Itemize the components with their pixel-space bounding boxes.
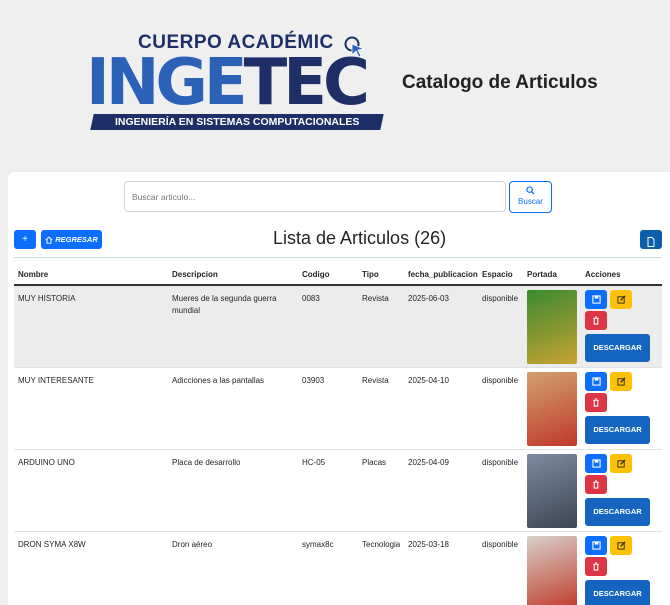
back-button-label: REGRESAR: [55, 235, 98, 244]
table-body: MUY HISTORIA Mueres de la segunda guerra…: [14, 286, 662, 605]
save-button[interactable]: [585, 454, 607, 473]
table-row: MUY HISTORIA Mueres de la segunda guerra…: [14, 286, 662, 368]
cell-fecha: 2025-04-09: [408, 458, 449, 467]
cell-descripcion: Placa de desarrollo: [172, 458, 241, 467]
cell-espacio: disponible: [482, 376, 519, 385]
search-icon: [526, 186, 535, 195]
page-title: Catalogo de Articulos: [402, 72, 598, 93]
cell-nombre: MUY HISTORIA: [18, 294, 76, 303]
add-article-button[interactable]: +: [14, 230, 36, 249]
trash-icon: [593, 480, 599, 489]
cell-nombre: MUY INTERESANTE: [18, 376, 94, 385]
edit-icon: [616, 541, 626, 550]
list-title: Lista de Articulos (26): [273, 228, 447, 248]
cell-tipo: Revista: [362, 294, 389, 303]
save-icon: [591, 541, 601, 550]
logo-subtitle-bar: INGENIERÍA EN SISTEMAS COMPUTACIONALES: [90, 114, 384, 130]
save-icon: [591, 377, 601, 386]
column-header: Portada: [527, 270, 557, 279]
download-button[interactable]: DESCARGAR: [585, 580, 650, 605]
save-icon: [591, 459, 601, 468]
search-button[interactable]: Buscar: [509, 181, 552, 213]
cell-espacio: disponible: [482, 294, 519, 303]
trash-icon: [593, 562, 599, 571]
column-header: Nombre: [18, 270, 49, 279]
column-header: Espacio: [482, 270, 513, 279]
download-button[interactable]: DESCARGAR: [585, 416, 650, 444]
cell-fecha: 2025-03-18: [408, 540, 449, 549]
column-header: Descripcion: [172, 270, 218, 279]
cell-codigo: 0083: [302, 294, 320, 303]
back-button[interactable]: REGRESAR: [41, 230, 102, 249]
page-header: CUERPO ACADÉMIC INGETEC INGENIERÍA EN SI…: [0, 0, 670, 170]
cell-nombre: DRON SYMA X8W: [18, 540, 86, 549]
table-header: Nombre Descripcion Codigo Tipo fecha_pub…: [14, 267, 662, 286]
table-row: DRON SYMA X8W Dron aéreo symax8c Tecnolo…: [14, 532, 662, 605]
column-header: fecha_publicacion: [408, 270, 478, 279]
catalog-card: Buscar + REGRESAR Lista de Articulos (26…: [8, 172, 670, 605]
export-pdf-button[interactable]: [640, 230, 662, 249]
cover-image: [527, 372, 577, 446]
edit-button[interactable]: [610, 454, 632, 473]
articles-table: Nombre Descripcion Codigo Tipo fecha_pub…: [14, 267, 662, 605]
column-header: Acciones: [585, 270, 621, 279]
save-button[interactable]: [585, 536, 607, 555]
delete-button[interactable]: [585, 557, 607, 576]
column-header: Tipo: [362, 270, 379, 279]
search-input[interactable]: [124, 181, 506, 212]
save-button[interactable]: [585, 372, 607, 391]
cell-codigo: symax8c: [302, 540, 334, 549]
divider: [14, 257, 662, 258]
trash-icon: [593, 398, 599, 407]
column-header: Codigo: [302, 270, 330, 279]
save-icon: [591, 295, 601, 304]
delete-button[interactable]: [585, 393, 607, 412]
cell-descripcion: Dron aéreo: [172, 540, 213, 549]
cover-image: [527, 290, 577, 364]
cover-image: [527, 536, 577, 605]
edit-icon: [616, 377, 626, 386]
cell-fecha: 2025-06-03: [408, 294, 449, 303]
cell-tipo: Placas: [362, 458, 387, 467]
logo-main-text: INGETEC: [86, 46, 370, 120]
cell-espacio: disponible: [482, 458, 519, 467]
edit-icon: [616, 459, 626, 468]
delete-button[interactable]: [585, 475, 607, 494]
cover-image: [527, 454, 577, 528]
table-row: ARDUINO UNO Placa de desarrollo HC-05 Pl…: [14, 450, 662, 532]
edit-icon: [616, 295, 626, 304]
edit-button[interactable]: [610, 372, 632, 391]
download-button[interactable]: DESCARGAR: [585, 498, 650, 526]
cell-codigo: 03903: [302, 376, 325, 385]
trash-icon: [593, 316, 599, 325]
delete-button[interactable]: [585, 311, 607, 330]
cell-descripcion: Adicciones a las pantallas: [172, 376, 265, 385]
download-button[interactable]: DESCARGAR: [585, 334, 650, 362]
cell-nombre: ARDUINO UNO: [18, 458, 75, 467]
cell-tipo: Revista: [362, 376, 389, 385]
file-pdf-icon: [647, 237, 655, 247]
save-button[interactable]: [585, 290, 607, 309]
cell-fecha: 2025-04-10: [408, 376, 449, 385]
house-icon: [45, 236, 53, 244]
cell-espacio: disponible: [482, 540, 519, 549]
edit-button[interactable]: [610, 290, 632, 309]
search-button-label: Buscar: [518, 197, 543, 206]
cell-tipo: Tecnologia: [362, 540, 401, 549]
ingetec-logo: CUERPO ACADÉMIC INGETEC INGENIERÍA EN SI…: [86, 30, 386, 134]
table-row: MUY INTERESANTE Adicciones a las pantall…: [14, 368, 662, 450]
cell-descripcion: Mueres de la segunda guerra mundial: [172, 294, 277, 315]
edit-button[interactable]: [610, 536, 632, 555]
cell-codigo: HC-05: [302, 458, 326, 467]
